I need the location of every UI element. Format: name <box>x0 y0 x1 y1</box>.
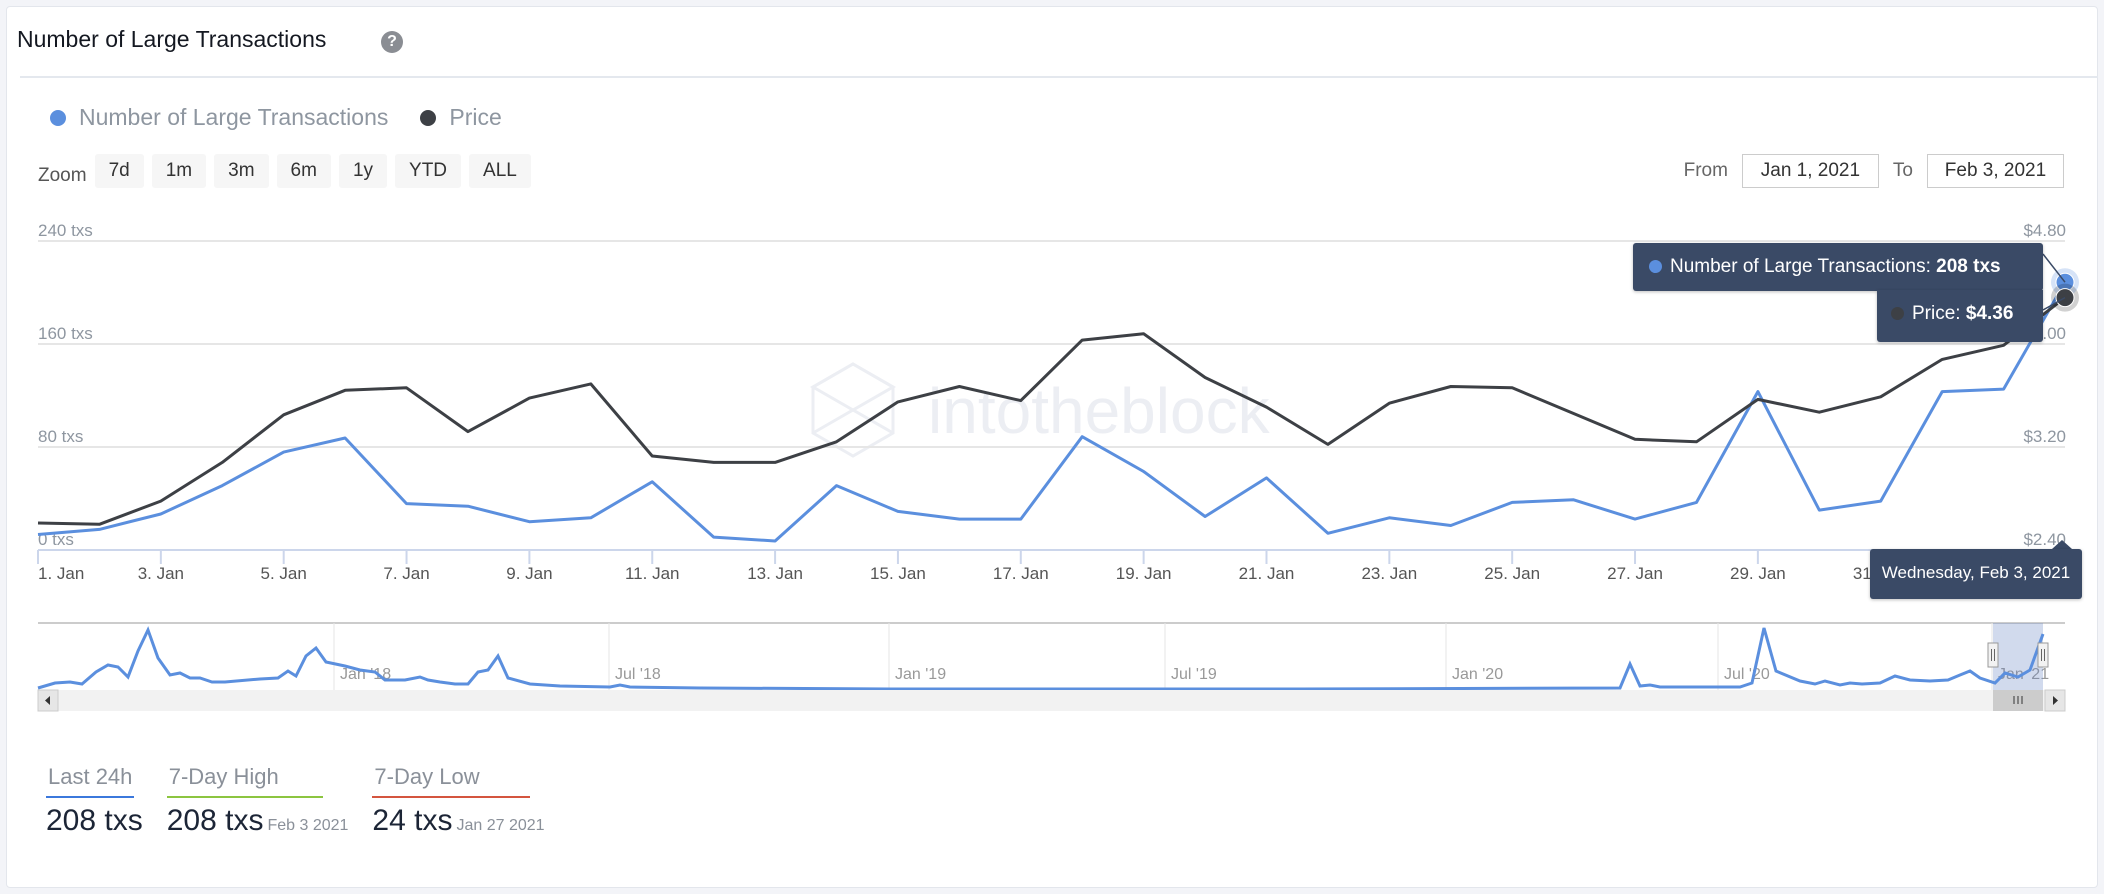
stat-7day-high: 7-Day High 208 txs Feb 3 2021 <box>166 764 349 838</box>
tooltip-value: $4.36 <box>1965 303 2014 324</box>
navigator-label: Jan '19 <box>895 666 946 683</box>
navigator-label: Jan '20 <box>1452 666 1503 683</box>
x-axis-label: 9. Jan <box>506 564 552 583</box>
x-axis-label: 13. Jan <box>747 564 803 583</box>
stat-label: 7-Day High <box>166 764 323 798</box>
tooltip-value: 208 txs <box>1936 256 2001 277</box>
y-axis-right-label: $3.20 <box>2023 427 2066 446</box>
stat-label: 7-Day Low <box>372 764 530 798</box>
x-axis-label: 19. Jan <box>1116 564 1172 583</box>
y-axis-left-label: 160 txs <box>38 324 93 343</box>
navigator-label: Jul '20 <box>1724 666 1770 683</box>
stat-value: 208 txs <box>166 804 264 837</box>
tooltip-transactions: Number of Large Transactions: 208 txs <box>1633 243 2043 291</box>
x-axis-label: 29. Jan <box>1730 564 1786 583</box>
scrollbar-track <box>38 690 2065 711</box>
navigator-handle <box>1987 642 1999 668</box>
stats-row: Last 24h 208 txs 7-Day High 208 txs Feb 3… <box>46 764 569 838</box>
y-axis-left-label: 240 txs <box>38 221 93 240</box>
x-axis-label: 25. Jan <box>1484 564 1540 583</box>
tooltip-label: Number of Large Transactions: <box>1670 256 1937 277</box>
x-axis-label: 7. Jan <box>383 564 429 583</box>
navigator-label: Jul '18 <box>615 666 661 683</box>
stat-value: 208 txs <box>46 804 143 837</box>
stat-label: Last 24h <box>46 764 135 798</box>
tooltip-date: Wednesday, Feb 3, 2021 <box>1870 549 2082 599</box>
watermark: intotheblock <box>809 362 1271 458</box>
tooltip-label: Price: <box>1912 303 1966 324</box>
navigator-label: Jul '19 <box>1171 666 1217 683</box>
stat-last-24h: Last 24h 208 txs <box>46 764 143 838</box>
x-axis-label: 27. Jan <box>1607 564 1663 583</box>
y-axis-right-label: $4.80 <box>2023 221 2066 240</box>
x-axis-label: 21. Jan <box>1239 564 1295 583</box>
y-axis-left-label: 80 txs <box>38 427 83 446</box>
tooltip-price: Price: $4.36 <box>1877 290 2043 342</box>
watermark-logo-icon <box>809 362 897 458</box>
stat-7day-low: 7-Day Low 24 txs Jan 27 2021 <box>372 764 545 838</box>
x-axis-label: 23. Jan <box>1361 564 1417 583</box>
stat-date: Jan 27 2021 <box>456 817 545 834</box>
x-axis-label: 15. Jan <box>870 564 926 583</box>
tooltip-dot-icon <box>1649 260 1662 274</box>
x-axis-label: 3. Jan <box>138 564 184 583</box>
tooltip-dot-icon <box>1891 307 1904 321</box>
stat-value: 24 txs <box>372 804 453 837</box>
x-axis-label: 11. Jan <box>625 564 680 583</box>
line-chart: intotheblock 0 txs $2.4080 txs $3.20160 tx… <box>37 221 2079 712</box>
stat-date: Feb 3 2021 <box>267 817 349 834</box>
x-axis-label: 1. Jan <box>38 564 84 583</box>
x-axis-label: 17. Jan <box>993 564 1049 583</box>
navigator-handle <box>2037 642 2049 668</box>
x-axis-label: 5. Jan <box>261 564 307 583</box>
